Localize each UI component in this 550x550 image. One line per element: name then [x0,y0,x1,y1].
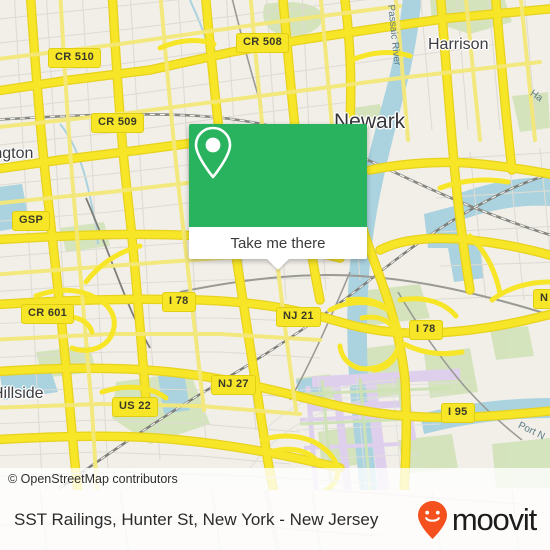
road-shield-cr-509[interactable]: CR 509 [91,113,145,133]
moovit-wordmark: moovit [451,502,537,537]
road-shield-i-78-east[interactable]: I 78 [409,320,443,340]
popup-header [189,124,367,227]
place-label-hillside: Hillside [0,385,44,402]
road-shield-nj-21[interactable]: NJ 21 [276,307,321,327]
moovit-logo[interactable]: moovit [416,500,537,540]
take-me-there-button[interactable]: Take me there [189,227,367,259]
location-title: SST Railings, Hunter St, New York - New … [14,510,379,529]
place-label-harrison: Harrison [428,36,489,53]
road-shield-cr-510[interactable]: CR 510 [48,48,102,68]
moovit-pin-smiley-icon [417,501,447,539]
map-canvas[interactable]: Newark Harrison Irvington Hillside Passa… [0,0,550,490]
popup-pointer [267,259,289,270]
footer-bar: SST Railings, Hunter St, New York - New … [0,490,550,550]
road-shield-nj-edge[interactable]: N [533,289,550,309]
map-pin-icon [194,126,232,179]
map-screenshot: Newark Harrison Irvington Hillside Passa… [0,0,550,550]
location-popup-card[interactable]: Take me there [189,124,367,270]
road-shield-gsp[interactable]: GSP [12,211,51,231]
road-shield-nj-27[interactable]: NJ 27 [211,375,256,395]
road-shield-cr-508[interactable]: CR 508 [236,33,290,53]
map-attribution[interactable]: © OpenStreetMap contributors [0,468,550,490]
road-shield-i-78-west[interactable]: I 78 [162,292,196,312]
attribution-text: © OpenStreetMap contributors [8,472,178,486]
road-shield-us-22[interactable]: US 22 [112,397,159,417]
road-shield-i-95[interactable]: I 95 [441,403,475,423]
place-label-irvington: Irvington [0,145,34,162]
road-shield-cr-601[interactable]: CR 601 [21,304,75,324]
take-me-there-label: Take me there [230,234,326,252]
